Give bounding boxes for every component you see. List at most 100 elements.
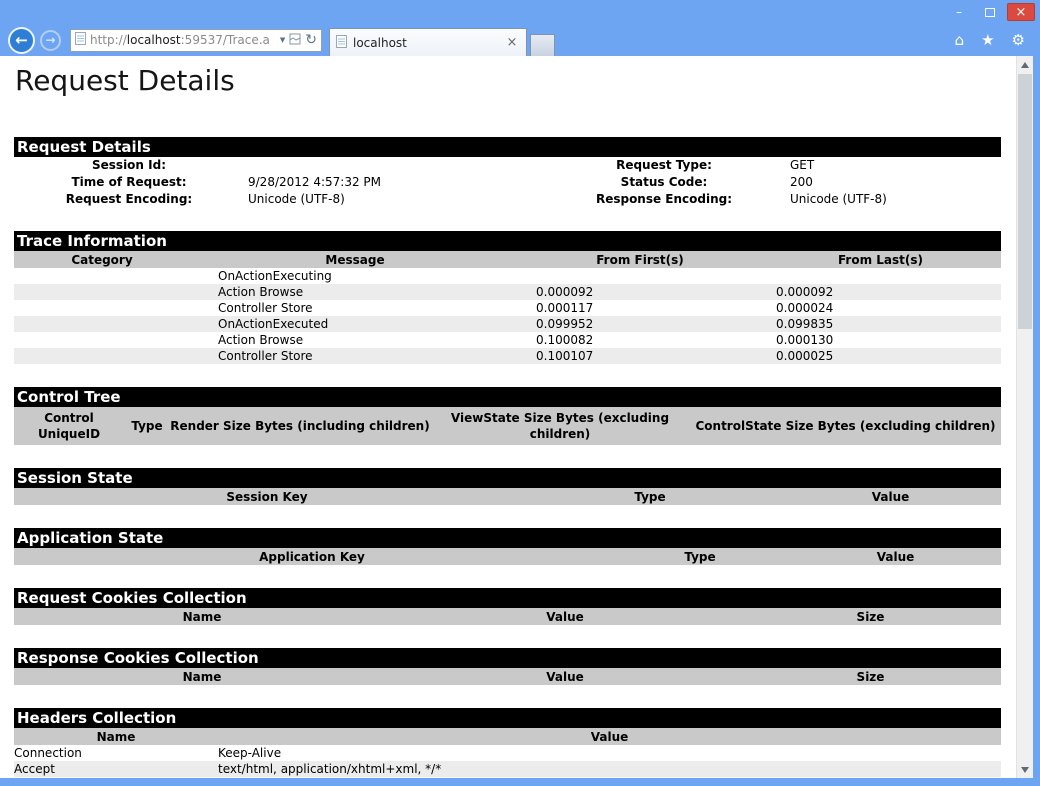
minimize-button[interactable]: – xyxy=(945,3,973,21)
cell-header-value: Keep-Alive xyxy=(218,745,1001,761)
column-header-value: Value xyxy=(780,488,1001,506)
trace-row: OnActionExecuted 0.099952 0.099835 xyxy=(14,316,1001,332)
trace-row: Action Browse 0.000092 0.000092 xyxy=(14,284,1001,300)
page-icon xyxy=(75,32,86,48)
new-tab-button[interactable] xyxy=(530,34,555,56)
column-header-type: Type xyxy=(520,488,780,506)
gear-icon[interactable]: ⚙ xyxy=(1012,33,1025,48)
maximize-button[interactable] xyxy=(976,3,1004,21)
column-header-value: Value xyxy=(390,668,740,686)
application-state-column-headers: Application Key Type Value xyxy=(14,548,1001,565)
cell-category xyxy=(14,284,190,300)
cell-from-last: 0.000024 xyxy=(760,300,1001,316)
section-heading: Request Cookies Collection xyxy=(14,588,1001,608)
cell-from-first: 0.100107 xyxy=(520,348,760,364)
cell-message: Action Browse xyxy=(190,284,520,300)
scroll-down-button[interactable] xyxy=(1017,761,1033,778)
tab-page-icon xyxy=(336,33,347,52)
section-response-cookies: Response Cookies Collection Name Value S… xyxy=(14,648,1001,685)
tab-close-button[interactable]: × xyxy=(504,36,520,49)
field-label: Status Code: xyxy=(554,174,774,191)
section-heading: Session State xyxy=(14,468,1001,488)
address-dropdown-icon[interactable]: ▼ xyxy=(280,37,285,44)
scrollbar-thumb[interactable] xyxy=(1018,74,1032,329)
column-header-viewstate-size: ViewState Size Bytes (excluding children… xyxy=(430,409,690,443)
cell-from-first xyxy=(520,268,760,284)
field-label: Session Id: xyxy=(14,157,244,174)
section-heading: Headers Collection xyxy=(14,708,1001,728)
column-header-size: Size xyxy=(740,668,1001,686)
cell-category xyxy=(14,316,190,332)
favorites-star-icon[interactable]: ★ xyxy=(981,33,994,48)
section-control-tree: Control Tree Control UniqueID Type Rende… xyxy=(14,387,1001,445)
cell-message: Action Browse xyxy=(190,332,520,348)
address-bar[interactable]: http://localhost:59537/Trace.a ▼ ↻ xyxy=(70,29,322,52)
compatibility-view-icon[interactable] xyxy=(289,32,301,48)
vertical-scrollbar[interactable] xyxy=(1016,56,1033,778)
cell-from-first: 0.000117 xyxy=(520,300,760,316)
trace-row: Controller Store 0.000117 0.000024 xyxy=(14,300,1001,316)
browser-window: – × ← → http://localhost:59537/Trace.a ▼… xyxy=(0,0,1040,786)
section-application-state: Application State Application Key Type V… xyxy=(14,528,1001,565)
page-title: Request Details xyxy=(15,64,1001,97)
column-header-from-first: From First(s) xyxy=(520,251,760,269)
url-host: localhost xyxy=(127,33,181,47)
column-header-name: Name xyxy=(14,608,390,626)
session-state-column-headers: Session Key Type Value xyxy=(14,488,1001,505)
cell-from-last: 0.099835 xyxy=(760,316,1001,332)
field-value: 9/28/2012 4:57:32 PM xyxy=(244,174,554,191)
trace-column-headers: Category Message From First(s) From Last… xyxy=(14,251,1001,268)
field-label: Response Encoding: xyxy=(554,191,774,208)
field-value: GET xyxy=(774,157,1001,174)
response-cookies-column-headers: Name Value Size xyxy=(14,668,1001,685)
request-details-table: Session Id: Request Type: GET Time of Re… xyxy=(14,157,1001,208)
maximize-icon xyxy=(985,8,995,17)
field-value: 200 xyxy=(774,174,1001,191)
cell-header-name: Connection xyxy=(14,745,218,761)
header-row: Connection Keep-Alive xyxy=(14,745,1001,761)
cell-from-last: 0.000092 xyxy=(760,284,1001,300)
cell-category xyxy=(14,348,190,364)
cell-message: OnActionExecuting xyxy=(190,268,520,284)
trace-row: OnActionExecuting xyxy=(14,268,1001,284)
cell-message: Controller Store xyxy=(190,300,520,316)
cell-message: OnActionExecuted xyxy=(190,316,520,332)
back-button[interactable]: ← xyxy=(8,27,35,54)
header-row: Accept text/html, application/xhtml+xml,… xyxy=(14,761,1001,777)
window-controls: – × xyxy=(945,0,1040,24)
section-heading: Application State xyxy=(14,528,1001,548)
navigation-bar: ← → http://localhost:59537/Trace.a ▼ ↻ l… xyxy=(0,24,1040,56)
column-header-control-uniqueid: Control UniqueID xyxy=(14,409,124,443)
control-tree-column-headers: Control UniqueID Type Render Size Bytes … xyxy=(14,407,1001,445)
refresh-icon[interactable]: ↻ xyxy=(305,33,317,47)
section-request-details: Request Details Session Id: Request Type… xyxy=(14,137,1001,208)
section-request-cookies: Request Cookies Collection Name Value Si… xyxy=(14,588,1001,625)
column-header-render-size: Render Size Bytes (including children) xyxy=(170,417,430,435)
cell-category xyxy=(14,300,190,316)
column-header-value: Value xyxy=(790,548,1001,566)
column-header-category: Category xyxy=(14,251,190,269)
trace-row: Controller Store 0.100107 0.000025 xyxy=(14,348,1001,364)
cell-category xyxy=(14,268,190,284)
forward-button[interactable]: → xyxy=(40,30,61,51)
browser-tab[interactable]: localhost × xyxy=(329,28,527,56)
request-cookies-column-headers: Name Value Size xyxy=(14,608,1001,625)
home-icon[interactable]: ⌂ xyxy=(955,33,965,48)
column-header-session-key: Session Key xyxy=(14,488,520,506)
cell-header-value: text/html, application/xhtml+xml, */* xyxy=(218,761,1001,777)
column-header-value: Value xyxy=(218,728,1001,746)
titlebar: – × xyxy=(0,0,1040,24)
window-right-border xyxy=(1033,56,1040,778)
headers-column-headers: Name Value xyxy=(14,728,1001,745)
section-headers-collection: Headers Collection Name Value Connection… xyxy=(14,708,1001,777)
url-text[interactable]: http://localhost:59537/Trace.a xyxy=(90,33,276,47)
field-label: Request Type: xyxy=(554,157,774,174)
cell-from-first: 0.100082 xyxy=(520,332,760,348)
column-header-name: Name xyxy=(14,728,218,746)
column-header-size: Size xyxy=(740,608,1001,626)
scroll-up-button[interactable] xyxy=(1017,56,1033,73)
section-heading: Trace Information xyxy=(14,231,1001,251)
close-button[interactable]: × xyxy=(1007,3,1035,21)
column-header-controlstate-size: ControlState Size Bytes (excluding child… xyxy=(690,417,1001,435)
column-header-message: Message xyxy=(190,251,520,269)
